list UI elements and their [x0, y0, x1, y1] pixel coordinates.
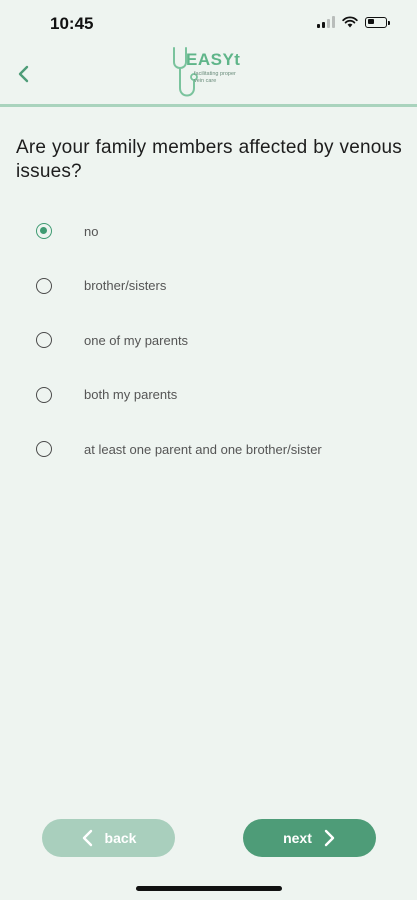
option-label: brother/sisters [84, 278, 167, 294]
option-label: both my parents [84, 387, 178, 403]
radio-button[interactable] [36, 386, 52, 403]
back-button-label: back [104, 830, 137, 846]
radio-button[interactable] [36, 441, 52, 458]
app-header: EASYt facilitating proper vein care [0, 42, 417, 104]
status-time: 10:45 [50, 14, 94, 33]
option-one-of-my-parents[interactable]: one of my parents [36, 313, 406, 368]
radio-button[interactable] [36, 277, 52, 294]
status-icons [317, 16, 390, 28]
home-indicator [136, 886, 282, 891]
question-text: Are your family members affected by veno… [16, 137, 402, 182]
option-brother-sisters[interactable]: brother/sisters [36, 259, 406, 314]
radio-button[interactable] [36, 332, 52, 349]
wifi-icon [342, 16, 358, 28]
back-button[interactable]: back [42, 819, 175, 857]
header-divider [0, 104, 417, 107]
answer-options: no brother/sisters one of my parents bot… [36, 204, 406, 477]
app-logo: EASYt facilitating proper vein care [168, 44, 258, 102]
option-both-my-parents[interactable]: both my parents [36, 368, 406, 423]
chevron-left-icon[interactable] [10, 60, 38, 88]
option-label: no [84, 223, 99, 239]
chevron-left-icon [82, 829, 92, 847]
option-label: one of my parents [84, 332, 189, 348]
logo-tagline: facilitating proper vein care [194, 71, 236, 84]
cellular-signal-icon [317, 16, 335, 28]
option-no[interactable]: no [36, 204, 406, 259]
option-label: at least one parent and one brother/sist… [84, 441, 322, 457]
battery-icon [365, 16, 390, 28]
radio-button[interactable] [36, 223, 52, 240]
battery-fill [367, 19, 374, 24]
option-parent-and-sibling[interactable]: at least one parent and one brother/sist… [36, 422, 406, 477]
logo-text: EASYt [186, 50, 241, 69]
next-button[interactable]: next [243, 819, 376, 857]
next-button-label: next [283, 830, 312, 846]
chevron-right-icon [324, 829, 335, 847]
